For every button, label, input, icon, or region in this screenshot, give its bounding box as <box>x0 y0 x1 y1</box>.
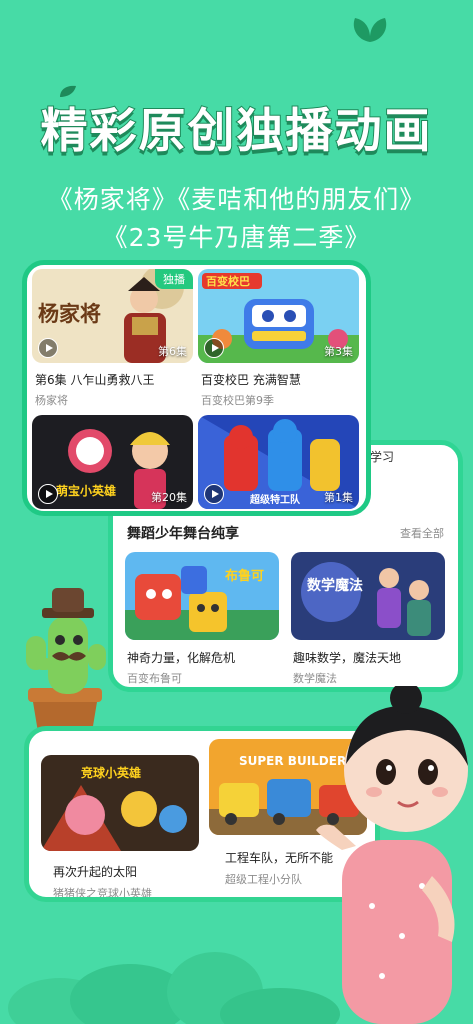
school-bus-logo-text: 百变校巴 <box>206 274 250 288</box>
play-icon <box>204 338 224 358</box>
video-series: 杨家将 <box>35 394 68 407</box>
video-series: 百变布鲁可 <box>127 672 182 685</box>
video-series: 数学魔法 <box>293 672 337 685</box>
exclusive-badge: 独播 <box>155 269 193 289</box>
episode-label: 第1集 <box>324 491 353 504</box>
subtitle-line-2: 《23号牛乃唐第二季》 <box>102 223 371 252</box>
yangjiajiang-logo-text: 杨家将 <box>38 301 101 326</box>
bloco-artwork: 布鲁可 <box>125 552 279 640</box>
video-title: 趣味数学，魔法天地 <box>293 651 402 665</box>
super-agents-logo-text: 超级特工队 <box>249 493 301 506</box>
page-headline: 精彩原创独播动画 <box>40 103 433 160</box>
video-thumbnail-ball-hero[interactable]: 竞球小英雄 <box>41 755 199 851</box>
play-icon <box>204 484 224 504</box>
video-thumbnail-bloco[interactable]: 布鲁可 <box>125 552 279 640</box>
girl-character-illustration <box>316 686 468 1024</box>
video-title: 神奇力量，化解危机 <box>127 651 236 665</box>
video-title: 百变校巴 充满智慧 <box>201 373 301 387</box>
bloco-logo-text: 布鲁可 <box>225 568 264 584</box>
play-icon <box>38 484 58 504</box>
video-thumbnail-school-bus[interactable]: 百变校巴 第3集 <box>198 269 359 363</box>
cute-hero-logo-text: 萌宝小英雄 <box>56 483 116 498</box>
cut-off-text: 学习 <box>370 450 395 464</box>
leaf-logo-icon <box>353 18 387 42</box>
video-series: 超级工程小分队 <box>225 873 302 886</box>
episode-label: 第3集 <box>324 345 353 358</box>
subtitle-line-1: 《杨家将》《麦咭和他的朋友们》 <box>47 185 426 214</box>
ball-hero-logo-text: 竞球小英雄 <box>81 765 141 780</box>
video-thumbnail-super-agents[interactable]: 超级特工队 第1集 <box>198 415 359 509</box>
featured-videos-card: 杨家将 独播 第6集 第6集 八乍山勇救八王 杨家将 百变校巴 第3集 百变校巴… <box>22 260 371 516</box>
section-title: 舞蹈少年舞台纯享 <box>127 526 239 542</box>
ball-hero-artwork: 竞球小英雄 <box>41 755 199 851</box>
see-all-link[interactable]: 查看全部 <box>400 525 444 541</box>
math-logo-text: 数学魔法 <box>307 577 363 594</box>
video-thumbnail-yangjiajiang[interactable]: 杨家将 独播 第6集 <box>32 269 193 363</box>
video-thumbnail-math-magic[interactable]: 数学魔法 <box>291 552 445 640</box>
video-title: 第6集 八乍山勇救八王 <box>35 373 155 387</box>
video-thumbnail-cute-hero[interactable]: 萌宝小英雄 第20集 <box>32 415 193 509</box>
episode-label: 第6集 <box>158 345 187 358</box>
video-series: 猪猪侠之竞球小英雄 <box>53 887 152 900</box>
video-title: 再次升起的太阳 <box>53 865 138 879</box>
video-series: 百变校巴第9季 <box>201 394 274 407</box>
math-magic-artwork: 数学魔法 <box>291 552 445 640</box>
episode-label: 第20集 <box>151 491 187 504</box>
play-icon <box>38 338 58 358</box>
